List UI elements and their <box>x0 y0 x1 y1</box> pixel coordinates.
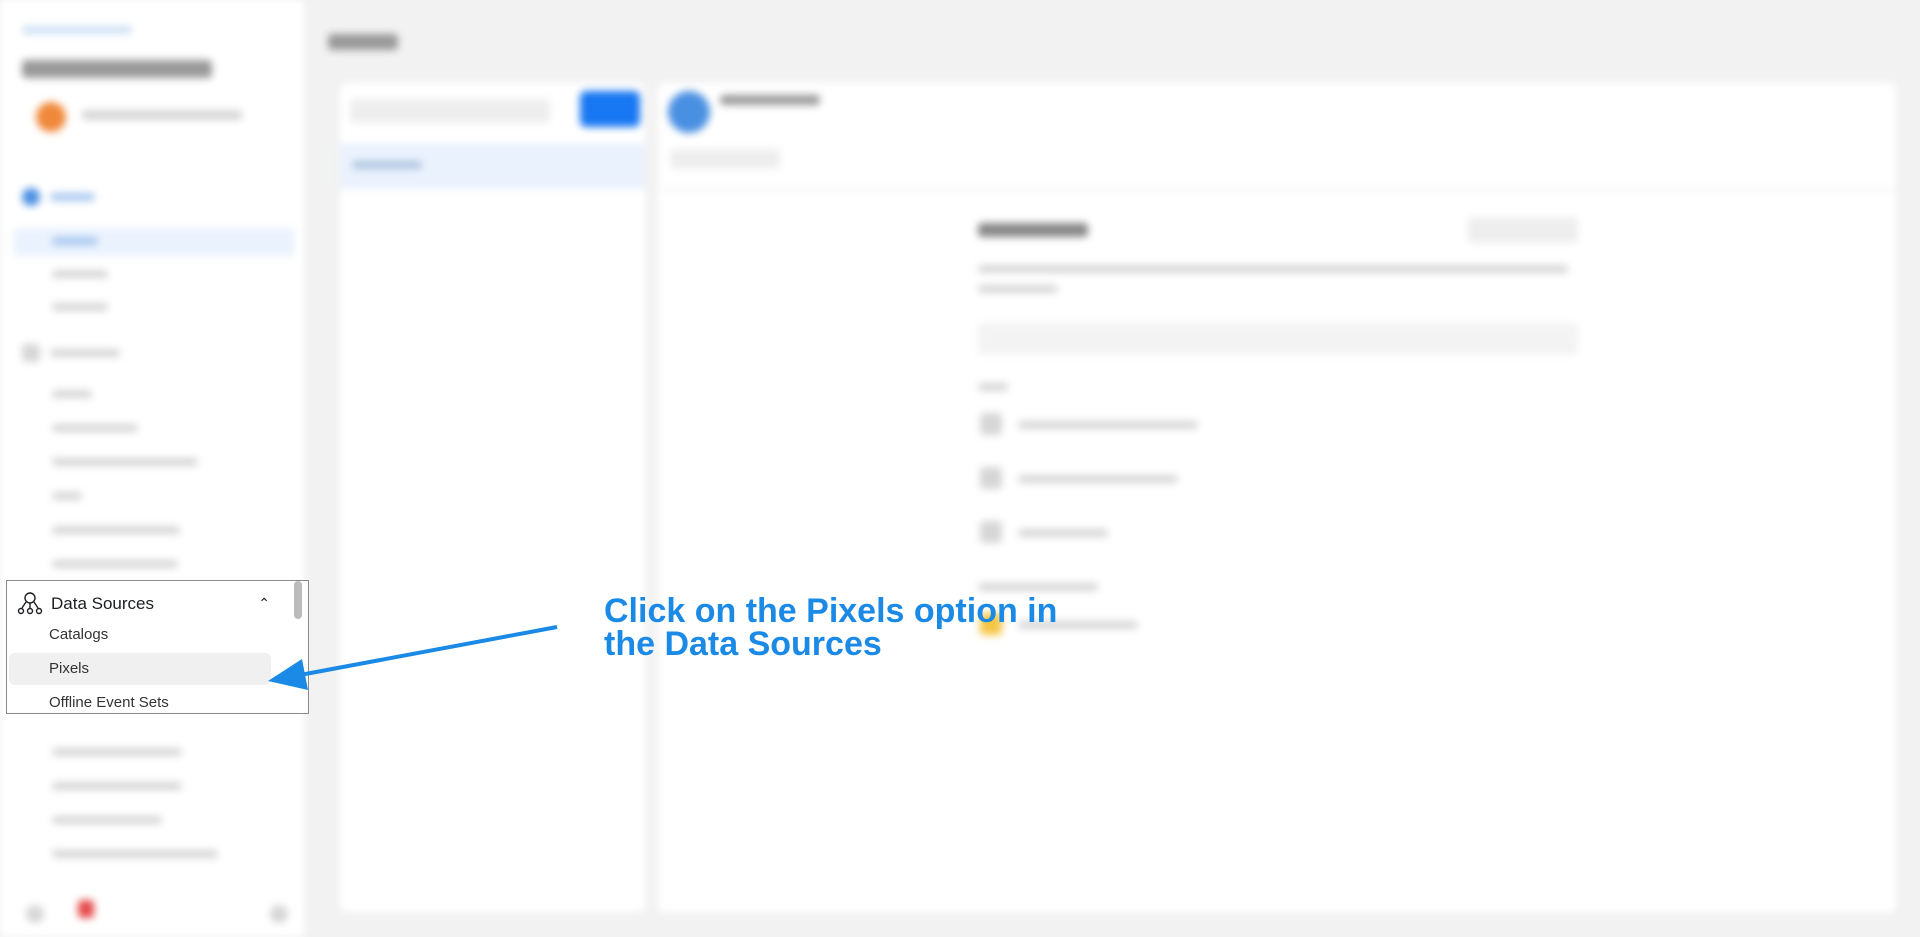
callout-arrow <box>268 625 558 690</box>
callout-line-1: Click on the Pixels option in <box>604 592 1058 630</box>
callout-line-2: the Data Sources <box>604 625 882 663</box>
instruction-callout: Click on the Pixels option in the Data S… <box>604 592 1058 663</box>
